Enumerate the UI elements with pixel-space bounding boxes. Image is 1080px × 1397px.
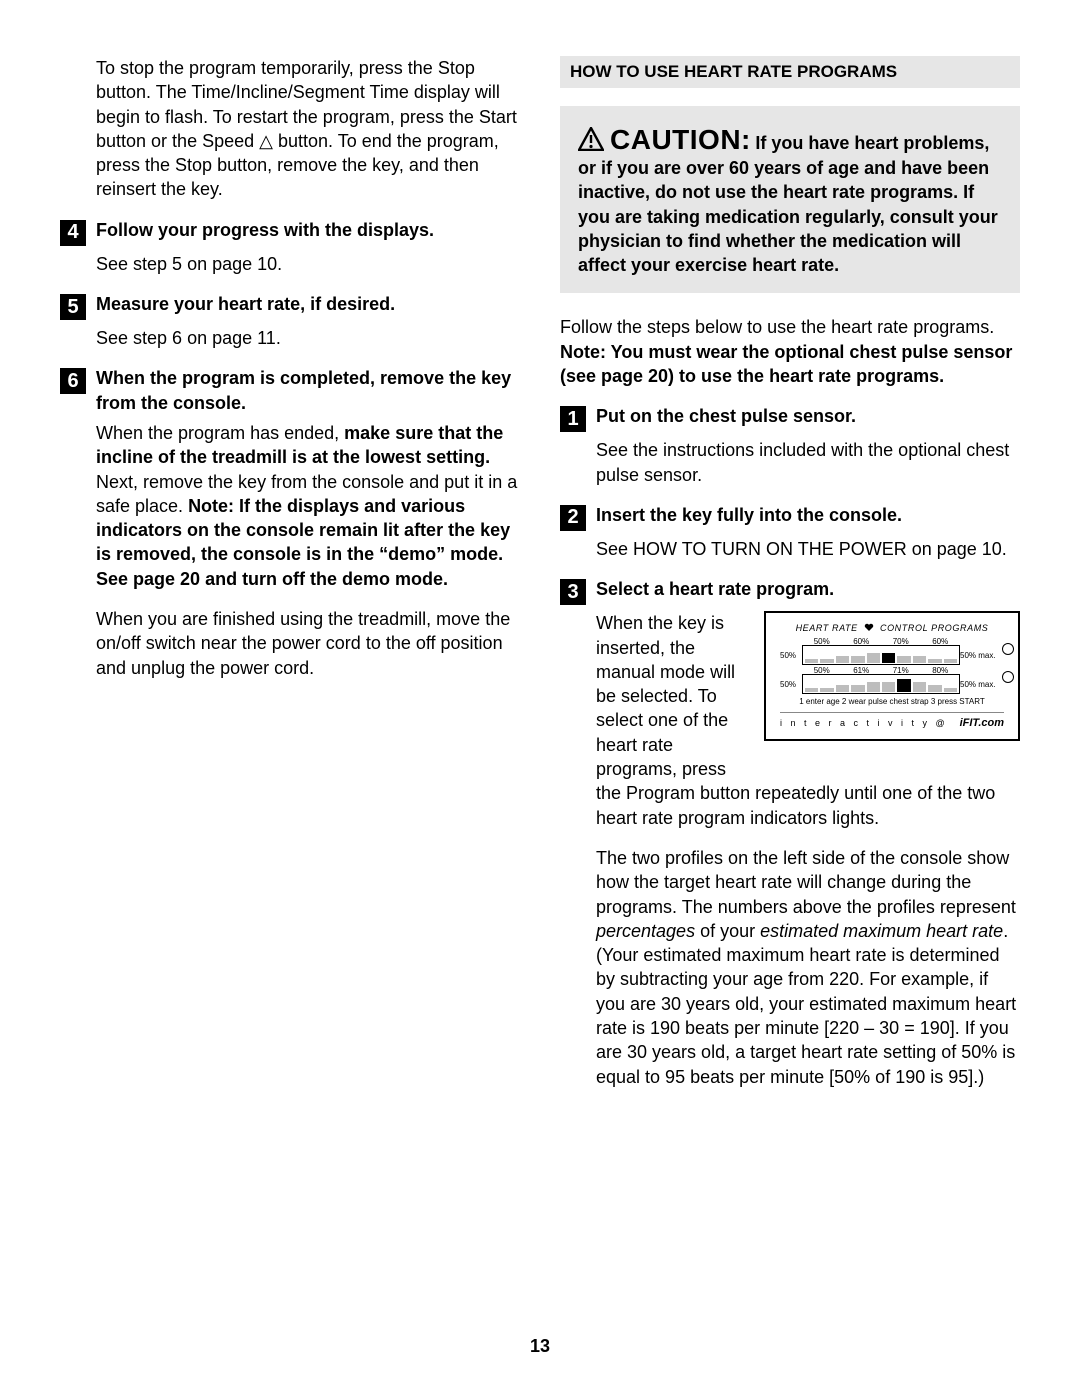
hr-step-1-body: See the instructions included with the o… [596, 438, 1020, 487]
step-number-badge-5: 5 [60, 294, 86, 320]
hr-step-3-explain-a: The two profiles on the left side of the… [596, 848, 1016, 917]
console-title-b: CONTROL PROGRAMS [880, 623, 988, 633]
console-row1-suffix: 50% max. [960, 651, 1004, 660]
hr-step-3-side-text: When the key is inserted, the manual mod… [596, 611, 746, 781]
step-number-badge-6: 6 [60, 368, 86, 394]
hr-step-2-body: See HOW TO TURN ON THE POWER on page 10. [596, 537, 1020, 561]
hr-step-3-explain-i1: percentages [596, 921, 695, 941]
console-title-a: HEART RATE [796, 623, 858, 633]
console-figure-row: When the key is inserted, the manual mod… [596, 611, 1020, 781]
caution-box: CAUTION: If you have heart problems, or … [560, 106, 1020, 293]
heart-rate-section-heading: HOW TO USE HEART RATE PROGRAMS [560, 56, 1020, 88]
console-profile-row-1: 50% 50% max. [780, 646, 1004, 664]
console-button-dot-1 [1002, 643, 1014, 655]
right-column: HOW TO USE HEART RATE PROGRAMS CAUTION: … [560, 56, 1020, 1336]
console-row1-left: 50% [780, 651, 802, 660]
step-6-title: When the program is completed, remove th… [96, 366, 520, 415]
console-button-dot-2 [1002, 671, 1014, 683]
console-instruction-line: 1 enter age 2 wear pulse chest strap 3 p… [780, 697, 1004, 706]
step-number-badge-hr-1: 1 [560, 406, 586, 432]
step-number-badge-hr-3: 3 [560, 579, 586, 605]
hr-step-3-body: When the key is inserted, the manual mod… [596, 611, 1020, 1089]
manual-page: To stop the program temporarily, press t… [0, 0, 1080, 1397]
warning-triangle-icon [578, 127, 604, 151]
step-number-badge-4: 4 [60, 220, 86, 246]
hr-step-3-title: Select a heart rate program. [596, 577, 834, 601]
console-row2-suffix: 50% max. [960, 680, 1004, 689]
step-5-title: Measure your heart rate, if desired. [96, 292, 395, 316]
hr-step-3-header: 3 Select a heart rate program. [560, 577, 1020, 605]
hr-step-1-header: 1 Put on the chest pulse sensor. [560, 404, 1020, 432]
heart-rate-lead-paragraph: Follow the steps below to use the heart … [560, 315, 1020, 388]
console-illustration: HEART RATE CONTROL PROGRAMS 50% 60% 70% … [764, 611, 1020, 741]
hr-step-2-header: 2 Insert the key fully into the console. [560, 503, 1020, 531]
console-profile-cells-1 [802, 645, 960, 665]
hr-step-3-explain-c: . (Your estimated maximum heart rate is … [596, 921, 1016, 1087]
console-profile-cells-2 [802, 674, 960, 694]
caution-word: CAUTION: [610, 124, 751, 155]
heart-icon [864, 623, 874, 632]
console-profile-row-2: 50% 50% max. [780, 675, 1004, 693]
heart-rate-lead-bold: Note: You must wear the optional chest p… [560, 342, 1012, 386]
console-title: HEART RATE CONTROL PROGRAMS [780, 623, 1004, 633]
stop-program-paragraph: To stop the program temporarily, press t… [96, 56, 520, 202]
console-interactivity-text: i n t e r a c t i v i t y @ [780, 718, 948, 728]
ifit-logo-text: iFIT.com [960, 717, 1004, 729]
columns: To stop the program temporarily, press t… [60, 56, 1020, 1336]
heart-rate-lead-a: Follow the steps below to use the heart … [560, 317, 994, 337]
step-6-header: 6 When the program is completed, remove … [60, 366, 520, 415]
step-5-header: 5 Measure your heart rate, if desired. [60, 292, 520, 320]
hr-step-3-explain-b: of your [695, 921, 760, 941]
left-column: To stop the program temporarily, press t… [60, 56, 520, 1336]
page-number: 13 [60, 1336, 1020, 1357]
console-footer-row: i n t e r a c t i v i t y @ iFIT.com [780, 712, 1004, 729]
step-6-body-1a: When the program has ended, [96, 423, 344, 443]
step-5-body: See step 6 on page 11. [96, 326, 520, 350]
step-4-header: 4 Follow your progress with the displays… [60, 218, 520, 246]
step-4-title: Follow your progress with the displays. [96, 218, 434, 242]
hr-step-3-follow-on: the Program button repeatedly until one … [596, 781, 1020, 830]
step-4-body: See step 5 on page 10. [96, 252, 520, 276]
step-6-body-2: When you are finished using the treadmil… [96, 607, 520, 680]
hr-step-3-explain: The two profiles on the left side of the… [596, 846, 1020, 1089]
hr-step-1-title: Put on the chest pulse sensor. [596, 404, 856, 428]
hr-step-2-title: Insert the key fully into the console. [596, 503, 902, 527]
step-number-badge-hr-2: 2 [560, 505, 586, 531]
console-row2-left: 50% [780, 680, 802, 689]
hr-step-3-explain-i2: estimated maximum heart rate [760, 921, 1003, 941]
step-6-body-1: When the program has ended, make sure th… [96, 421, 520, 591]
